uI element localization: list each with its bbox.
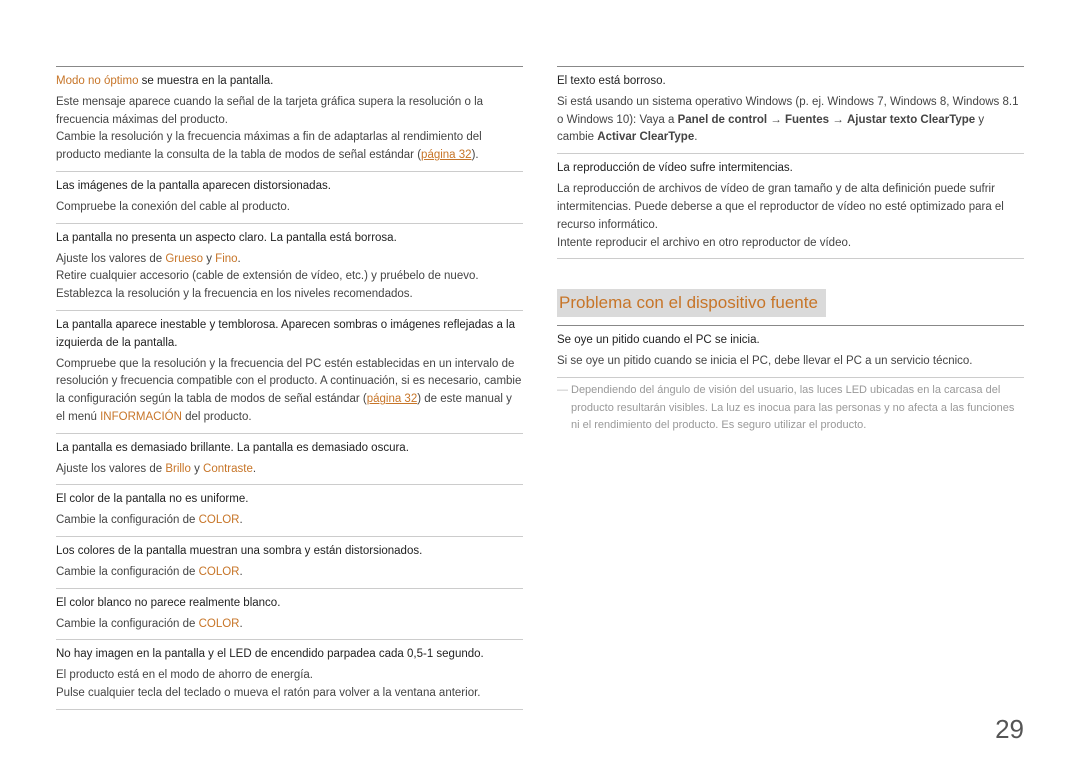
faq-item: La pantalla aparece inestable y tembloro… [56, 311, 523, 434]
faq-item: El color blanco no parece realmente blan… [56, 589, 523, 641]
page-link[interactable]: página 32 [367, 393, 418, 405]
manual-page: Modo no óptimo se muestra en la pantalla… [0, 0, 1080, 710]
faq-item: La reproducción de vídeo sufre intermite… [557, 154, 1024, 259]
section-heading: Problema con el dispositivo fuente [557, 289, 826, 317]
faq-item: Las imágenes de la pantalla aparecen dis… [56, 172, 523, 224]
faq-item: Modo no óptimo se muestra en la pantalla… [56, 67, 523, 172]
left-column: Modo no óptimo se muestra en la pantalla… [56, 66, 523, 710]
two-column-layout: Modo no óptimo se muestra en la pantalla… [56, 66, 1024, 710]
right-column: El texto está borroso. Si está usando un… [557, 66, 1024, 710]
faq-item: El color de la pantalla no es uniforme.C… [56, 485, 523, 537]
faq-item: Se oye un pitido cuando el PC se inicia.… [557, 326, 1024, 378]
faq-item: El texto está borroso. Si está usando un… [557, 67, 1024, 154]
faq-item: No hay imagen en la pantalla y el LED de… [56, 640, 523, 709]
page-link[interactable]: página 32 [421, 149, 472, 161]
faq-item: La pantalla no presenta un aspecto claro… [56, 224, 523, 311]
page-number: 29 [995, 714, 1024, 745]
faq-item: Los colores de la pantalla muestran una … [56, 537, 523, 589]
faq-item: La pantalla es demasiado brillante. La p… [56, 434, 523, 486]
footnote: Dependiendo del ángulo de visión del usu… [557, 378, 1024, 435]
